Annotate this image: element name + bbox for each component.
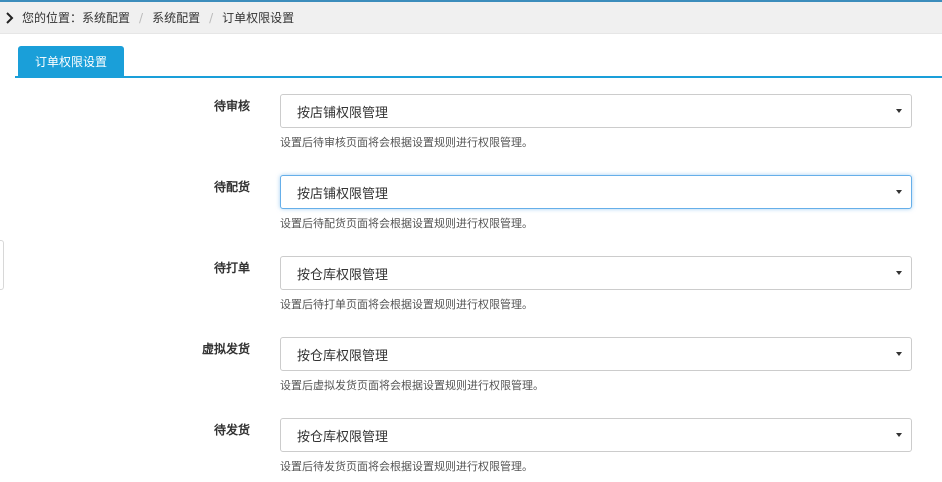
setting-hint: 设置后待配货页面将会根据设置规则进行权限管理。	[280, 217, 533, 230]
breadcrumb-prefix: 您的位置：	[22, 11, 83, 25]
setting-hint: 设置后待审核页面将会根据设置规则进行权限管理。	[280, 136, 533, 149]
setting-hint: 设置后待打单页面将会根据设置规则进行权限管理。	[280, 298, 533, 311]
setting-row-pending-shipping: 待发货 按仓库权限管理 设置后待发货页面将会根据设置规则进行权限管理。	[0, 418, 942, 482]
breadcrumb-item-1[interactable]: 系统配置	[82, 9, 130, 26]
breadcrumb-item-2[interactable]: 系统配置	[152, 9, 200, 26]
permission-select[interactable]: 按仓库权限管理	[280, 256, 912, 290]
tab-bar: 订单权限设置	[15, 46, 942, 78]
dropdown-arrow-icon	[896, 190, 902, 194]
tab-order-permission[interactable]: 订单权限设置	[18, 46, 124, 76]
setting-label: 待审核	[213, 99, 250, 113]
dropdown-arrow-icon	[896, 271, 902, 275]
select-value: 按店铺权限管理	[297, 105, 389, 121]
dropdown-arrow-icon	[896, 433, 902, 437]
breadcrumb-item-3: 订单权限设置	[222, 11, 295, 25]
setting-row-pending-review: 待审核 按店铺权限管理 设置后待审核页面将会根据设置规则进行权限管理。	[0, 94, 942, 164]
setting-label: 虚拟发货	[201, 342, 250, 356]
select-value: 按仓库权限管理	[297, 429, 389, 445]
dropdown-arrow-icon	[896, 352, 902, 356]
setting-label: 待打单	[213, 261, 250, 275]
breadcrumb-separator: /	[139, 10, 144, 25]
setting-label: 待配货	[213, 180, 250, 194]
permission-select[interactable]: 按店铺权限管理	[280, 94, 912, 128]
setting-row-pending-allocation: 待配货 按店铺权限管理 设置后待配货页面将会根据设置规则进行权限管理。	[0, 175, 942, 245]
select-value: 按店铺权限管理	[297, 186, 389, 202]
breadcrumb-separator: /	[209, 10, 214, 25]
permission-select[interactable]: 按店铺权限管理	[280, 175, 912, 209]
chevron-right-icon	[2, 10, 18, 26]
breadcrumb: 您的位置： 系统配置 / 系统配置 / 订单权限设置	[0, 2, 942, 34]
setting-label: 待发货	[213, 423, 250, 437]
permission-select[interactable]: 按仓库权限管理	[280, 418, 912, 452]
dropdown-arrow-icon	[896, 109, 902, 113]
permission-select[interactable]: 按仓库权限管理	[280, 337, 912, 371]
setting-row-pending-print: 待打单 按仓库权限管理 设置后待打单页面将会根据设置规则进行权限管理。	[0, 256, 942, 326]
select-value: 按仓库权限管理	[297, 267, 389, 283]
select-value: 按仓库权限管理	[297, 348, 389, 364]
setting-row-virtual-shipping: 虚拟发货 按仓库权限管理 设置后虚拟发货页面将会根据设置规则进行权限管理。	[0, 337, 942, 407]
setting-hint: 设置后待发货页面将会根据设置规则进行权限管理。	[280, 460, 533, 473]
setting-hint: 设置后虚拟发货页面将会根据设置规则进行权限管理。	[280, 379, 544, 392]
